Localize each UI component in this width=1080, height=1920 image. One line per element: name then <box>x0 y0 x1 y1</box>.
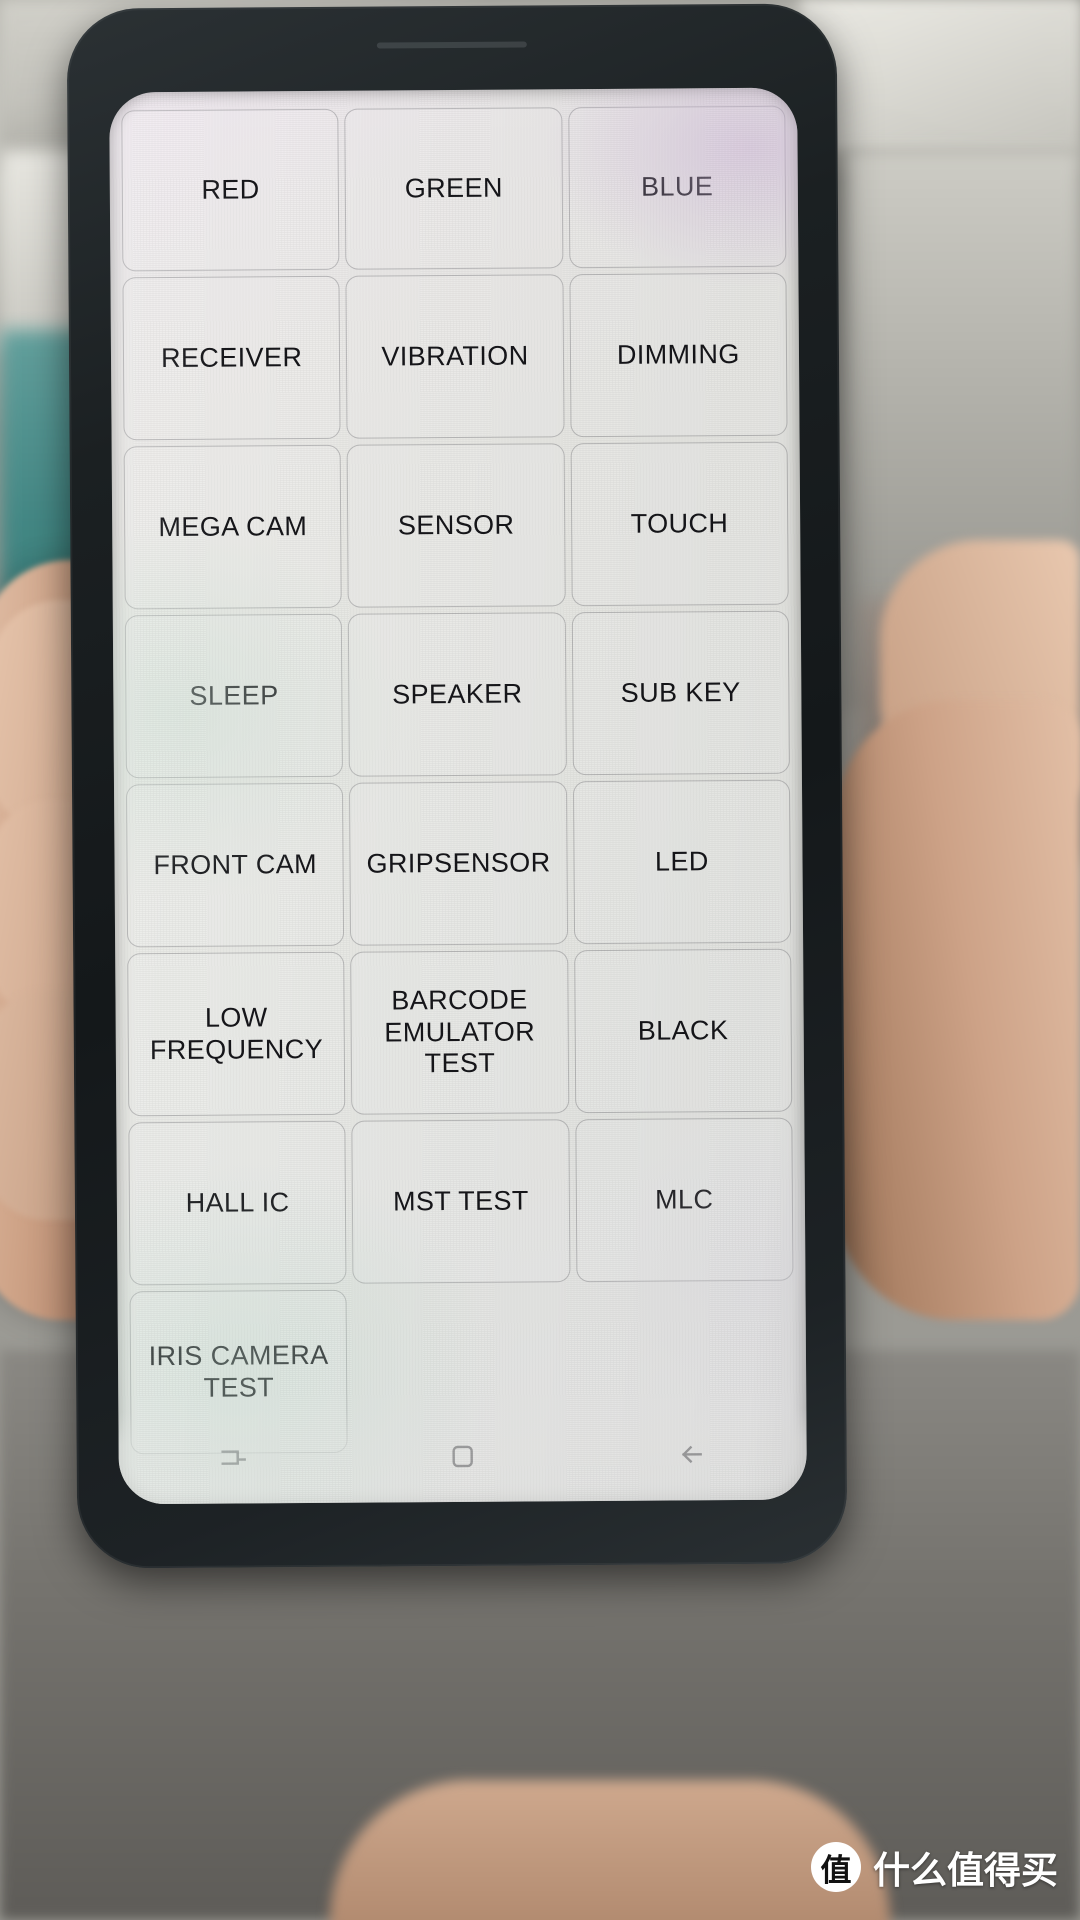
test-button-label: MEGA CAM <box>158 510 308 542</box>
test-button-dimming[interactable]: DIMMING <box>569 272 788 438</box>
test-button-label: GREEN <box>404 172 503 203</box>
test-button-label: BARCODE EMULATOR TEST <box>384 984 536 1079</box>
test-button-label: VIBRATION <box>381 340 529 372</box>
test-button-speaker[interactable]: SPEAKER <box>348 612 567 777</box>
test-button-label: LOW FREQUENCY <box>149 1001 324 1065</box>
test-button-mega-cam[interactable]: MEGA CAM <box>123 444 343 610</box>
watermark-logo-mark: 值 <box>811 1842 861 1892</box>
home-button[interactable] <box>402 1410 523 1503</box>
test-button-hall-ic[interactable]: HALL IC <box>128 1120 347 1286</box>
phone-screen: RED GREEN BLUE RECEIVER VIBRATION DIMMING MEGA… <box>109 87 807 1505</box>
test-button-label: MLC <box>654 1183 714 1215</box>
test-button-front-cam[interactable]: FRONT CAM <box>125 782 345 948</box>
test-button-green[interactable]: GREEN <box>344 107 564 270</box>
test-button-label: BLACK <box>637 1014 729 1046</box>
test-button-label: BLUE <box>640 170 714 202</box>
test-button-receiver[interactable]: RECEIVER <box>122 275 341 441</box>
test-button-label: TOUCH <box>630 507 729 539</box>
background-box <box>800 0 1080 150</box>
test-button-label: HALL IC <box>185 1186 290 1218</box>
back-button[interactable] <box>632 1408 753 1501</box>
test-button-sensor[interactable]: SENSOR <box>346 443 566 608</box>
earpiece-speaker <box>376 41 527 49</box>
test-button-label: DIMMING <box>616 338 740 370</box>
test-button-low-frequency[interactable]: LOW FREQUENCY <box>127 951 346 1117</box>
test-button-label: SENSOR <box>397 509 515 540</box>
test-button-vibration[interactable]: VIBRATION <box>345 274 565 439</box>
test-button-mst-test[interactable]: MST TEST <box>351 1119 571 1284</box>
test-button-sleep[interactable]: SLEEP <box>124 613 344 779</box>
test-button-label: RECEIVER <box>160 341 303 373</box>
back-icon <box>682 1445 703 1464</box>
test-button-label: LED <box>654 845 709 877</box>
watermark-text: 什么值得买 <box>873 1849 1058 1892</box>
test-button-red[interactable]: RED <box>121 108 340 272</box>
hand-lower <box>330 1780 890 1920</box>
thumb <box>835 700 1080 1320</box>
test-button-label: GRIPSENSOR <box>366 846 551 879</box>
test-button-label: SLEEP <box>189 679 279 711</box>
test-button-gripsensor[interactable]: GRIPSENSOR <box>349 781 568 946</box>
test-button-label: SPEAKER <box>392 678 523 710</box>
navigation-bar <box>118 1407 807 1505</box>
test-button-label: MST TEST <box>392 1185 529 1217</box>
recents-button[interactable] <box>173 1411 294 1504</box>
recents-icon <box>221 1450 246 1465</box>
home-icon <box>452 1445 473 1468</box>
test-button-black[interactable]: BLACK <box>573 948 793 1114</box>
test-button-barcode-emulator-test[interactable]: BARCODE EMULATOR TEST <box>350 950 569 1115</box>
test-button-label: IRIS CAMERA TEST <box>148 1339 329 1403</box>
test-button-label: FRONT CAM <box>153 848 318 880</box>
test-button-led[interactable]: LED <box>572 779 792 945</box>
test-button-mlc[interactable]: MLC <box>574 1117 794 1283</box>
site-watermark: 值 什么值得买 <box>811 1840 1058 1894</box>
test-button-label: SUB KEY <box>620 676 741 708</box>
test-button-sub-key[interactable]: SUB KEY <box>571 610 790 776</box>
test-button-blue[interactable]: BLUE <box>567 105 787 269</box>
hardware-test-grid: RED GREEN BLUE RECEIVER VIBRATION DIMMING MEGA… <box>109 88 806 1455</box>
test-button-label: RED <box>201 173 260 205</box>
phone-device: RED GREEN BLUE RECEIVER VIBRATION DIMMING MEGA… <box>66 3 848 1569</box>
test-button-touch[interactable]: TOUCH <box>570 441 789 607</box>
